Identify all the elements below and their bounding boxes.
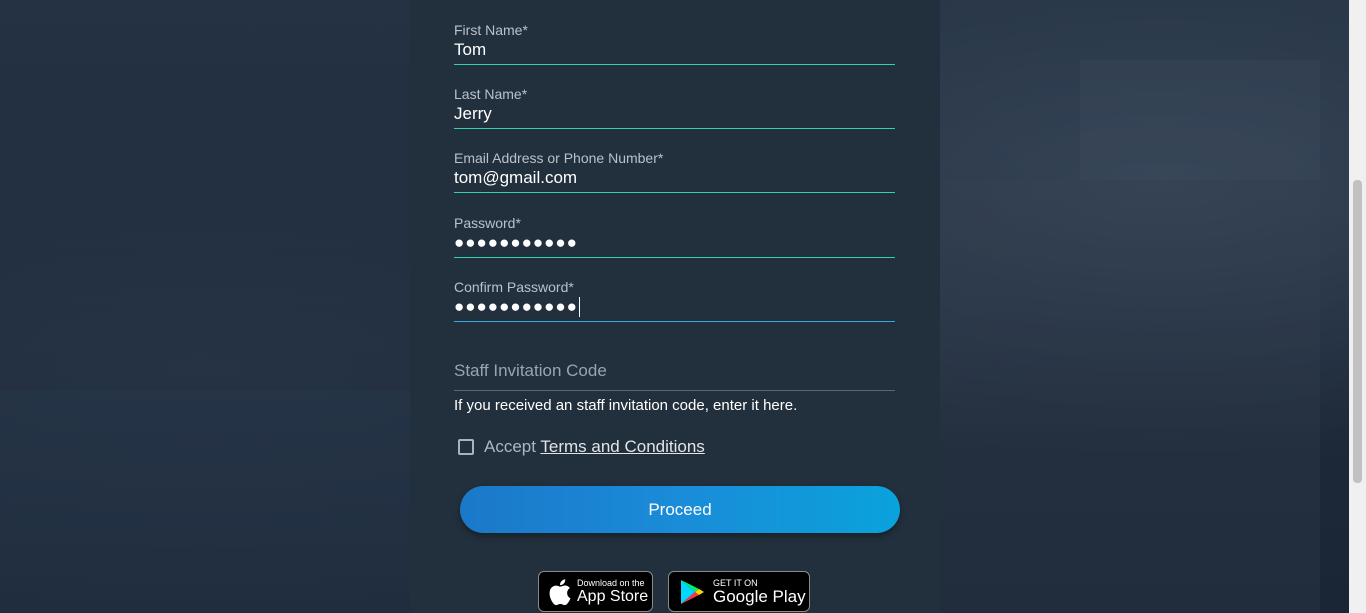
text-caret (578, 296, 580, 317)
google-play-badge[interactable]: GET IT ON Google Play (668, 571, 810, 612)
password-field[interactable]: Password* ●●●●●●●●●●● (454, 215, 895, 258)
email-label: Email Address or Phone Number* (454, 150, 664, 166)
confirm-password-field[interactable]: Confirm Password* ●●●●●●●●●●● (454, 279, 895, 322)
proceed-button[interactable]: Proceed (460, 486, 900, 533)
google-play-icon (681, 579, 704, 604)
page-scrollbar[interactable] (1349, 0, 1366, 613)
google-play-big-text: Google Play (713, 586, 806, 606)
last-name-label: Last Name* (454, 86, 528, 102)
app-store-big-text: App Store (577, 587, 649, 605)
background-shape (0, 390, 410, 613)
first-name-label: First Name* (454, 22, 528, 38)
email-input[interactable]: tom@gmail.com (454, 166, 895, 192)
scrollbar-thumb[interactable] (1353, 180, 1362, 483)
staff-code-input[interactable]: Staff Invitation Code (454, 358, 895, 390)
email-underline (454, 192, 895, 193)
accept-terms-row: Accept Terms and Conditions (458, 437, 705, 457)
confirm-password-input[interactable]: ●●●●●●●●●●● (454, 295, 895, 321)
confirm-password-value: ●●●●●●●●●●● (454, 297, 578, 316)
background-shape (940, 180, 1320, 613)
accept-terms-checkbox[interactable] (458, 439, 474, 455)
last-name-input[interactable]: Jerry (454, 102, 895, 128)
first-name-underline (454, 64, 895, 65)
last-name-field[interactable]: Last Name* Jerry (454, 86, 895, 129)
staff-code-underline (454, 390, 895, 391)
app-store-badge[interactable]: Download on the App Store (538, 571, 653, 612)
app-store-small-text: Download on the (577, 577, 645, 588)
google-play-small-text: GET IT ON (713, 577, 758, 588)
background-shape (1080, 60, 1320, 180)
staff-code-field[interactable]: Staff Invitation Code If you received an… (454, 358, 895, 415)
confirm-password-underline (454, 321, 895, 322)
staff-code-hint: If you received an staff invitation code… (454, 397, 798, 414)
confirm-password-label: Confirm Password* (454, 279, 574, 295)
last-name-underline (454, 128, 895, 129)
accept-terms-text: Accept Terms and Conditions (484, 437, 705, 457)
apple-icon (549, 578, 571, 605)
first-name-field[interactable]: First Name* Tom (454, 22, 895, 65)
email-field[interactable]: Email Address or Phone Number* tom@gmail… (454, 150, 895, 193)
password-underline (454, 257, 895, 258)
accept-label: Accept (484, 437, 541, 456)
first-name-input[interactable]: Tom (454, 38, 895, 64)
signup-panel: First Name* Tom Last Name* Jerry Email A… (410, 0, 940, 613)
password-input[interactable]: ●●●●●●●●●●● (454, 231, 895, 257)
password-label: Password* (454, 215, 521, 231)
terms-link[interactable]: Terms and Conditions (540, 437, 704, 456)
